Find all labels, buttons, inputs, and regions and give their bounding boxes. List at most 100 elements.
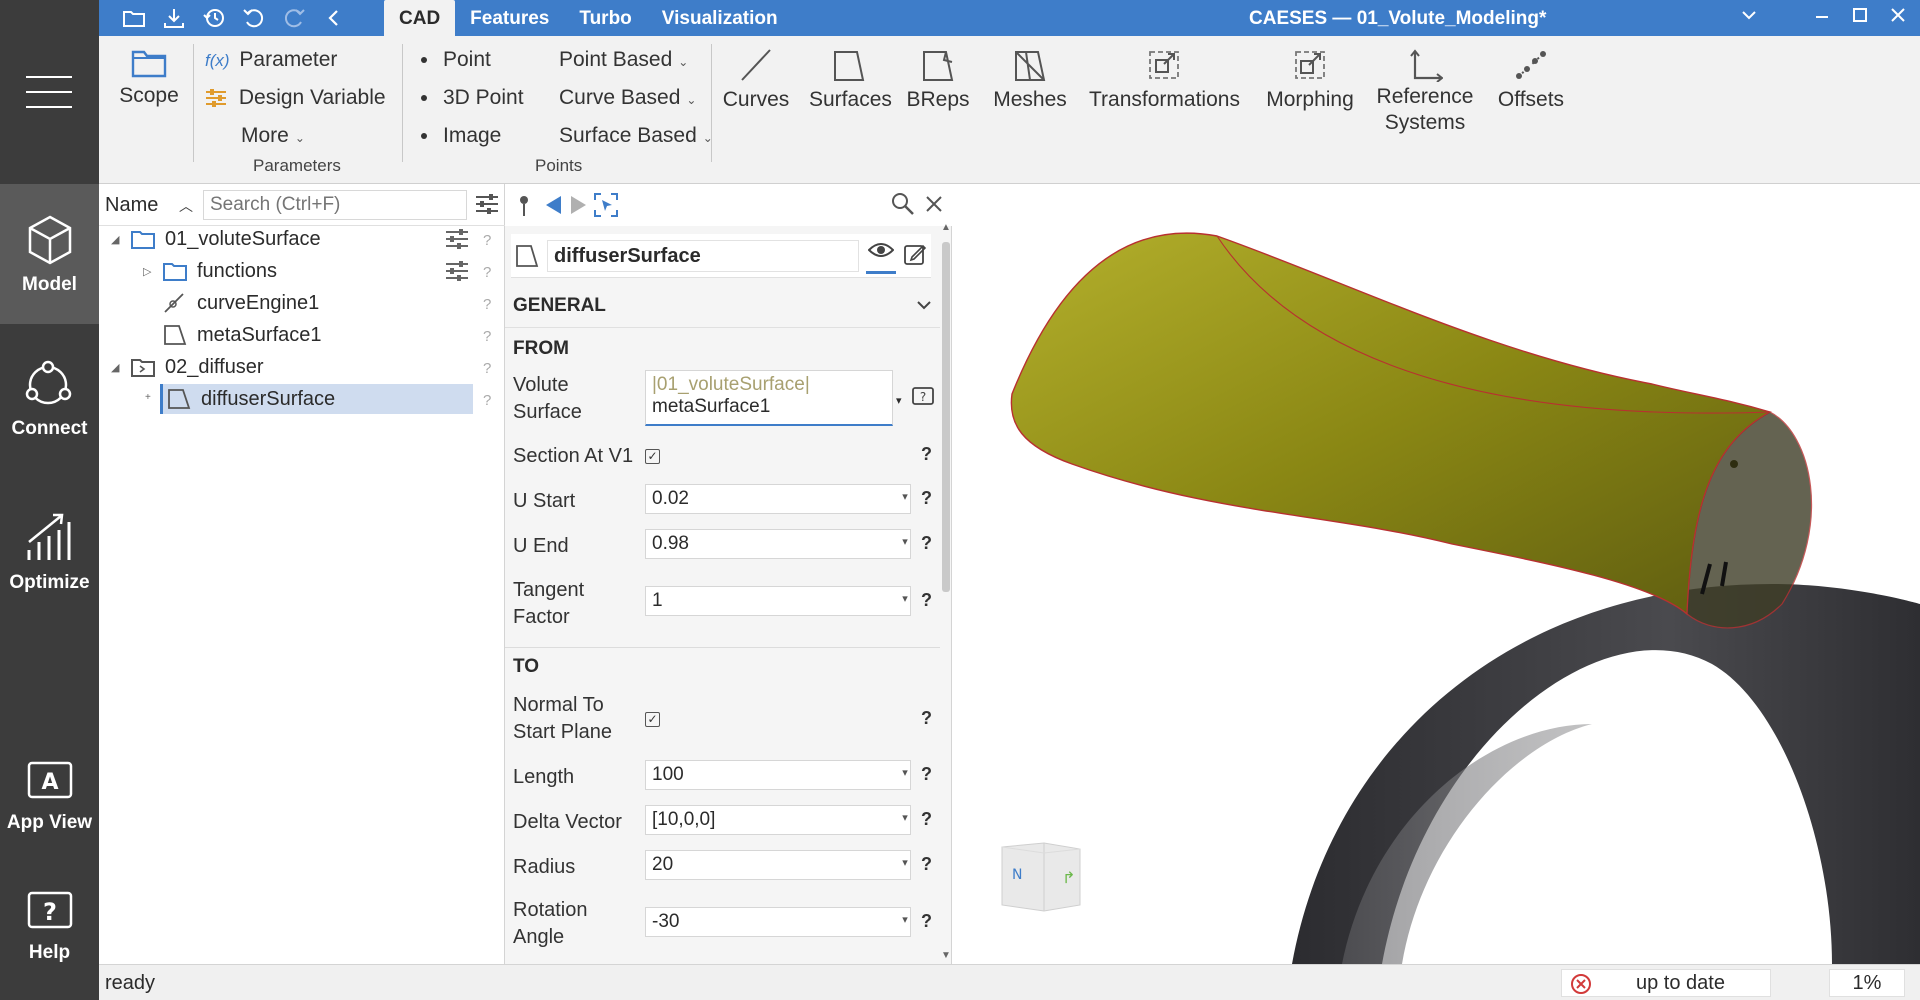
help-hint-icon[interactable]: ? bbox=[921, 911, 932, 932]
back-chevron-icon[interactable] bbox=[321, 5, 347, 31]
object-name-field[interactable]: diffuserSurface bbox=[547, 240, 859, 272]
visibility-eye-icon[interactable] bbox=[866, 240, 896, 274]
breps-button[interactable]: BReps bbox=[904, 40, 972, 112]
tab-features[interactable]: Features bbox=[455, 0, 564, 36]
save-icon[interactable] bbox=[161, 5, 187, 31]
3d-viewport[interactable]: ↱ N bbox=[952, 184, 1920, 964]
help-hint-icon[interactable]: ? bbox=[483, 392, 491, 409]
rail-item-model[interactable]: Model bbox=[0, 184, 99, 324]
point-based-dropdown[interactable]: Point Based ⌄ bbox=[559, 48, 688, 72]
reference-help-icon[interactable]: ? bbox=[911, 386, 935, 414]
help-hint-icon[interactable]: ? bbox=[921, 444, 932, 465]
scroll-up-icon[interactable]: ▲ bbox=[941, 222, 951, 233]
tab-turbo[interactable]: Turbo bbox=[564, 0, 646, 36]
help-hint-icon[interactable]: ? bbox=[921, 590, 932, 611]
tree-node-diffuser-surface[interactable]: diffuserSurface bbox=[160, 384, 473, 414]
redo-icon[interactable] bbox=[281, 5, 307, 31]
tangent-factor-field[interactable]: 1 ▾ bbox=[645, 586, 911, 616]
normal-to-start-plane-checkbox[interactable]: ✓ bbox=[645, 712, 660, 727]
dropdown-arrow-icon[interactable]: ▾ bbox=[898, 592, 912, 605]
help-hint-icon[interactable]: ? bbox=[483, 232, 491, 249]
help-hint-icon[interactable]: ? bbox=[921, 533, 932, 554]
design-variable-button[interactable]: Design Variable bbox=[205, 86, 386, 110]
dropdown-arrow-icon[interactable]: ▾ bbox=[898, 535, 912, 548]
more-button[interactable]: More ⌄ bbox=[241, 124, 305, 148]
view-cube[interactable]: ↱ N bbox=[996, 839, 1082, 915]
tree-node-volute-surface[interactable]: ◢ 01_voluteSurface bbox=[111, 224, 321, 254]
edit-icon[interactable] bbox=[903, 242, 927, 272]
model-render[interactable] bbox=[952, 184, 1920, 964]
settings-sliders-icon[interactable] bbox=[445, 260, 469, 288]
reference-systems-button[interactable]: Reference Systems bbox=[1375, 40, 1475, 136]
expand-arrow-icon[interactable]: ◢ bbox=[111, 233, 125, 246]
tree-name-header[interactable]: Name bbox=[105, 194, 158, 217]
help-hint-icon[interactable]: ? bbox=[921, 488, 932, 509]
forward-arrow-icon[interactable] bbox=[569, 194, 589, 222]
open-folder-icon[interactable] bbox=[121, 5, 147, 31]
help-hint-icon[interactable]: ? bbox=[921, 764, 932, 785]
collapse-arrow-icon[interactable]: ▷ bbox=[143, 265, 157, 278]
surfaces-button[interactable]: Surfaces bbox=[809, 40, 892, 112]
help-hint-icon[interactable]: ? bbox=[483, 296, 491, 313]
point-button[interactable]: Point bbox=[421, 48, 491, 72]
help-hint-icon[interactable]: ? bbox=[483, 264, 491, 281]
delta-vector-field[interactable]: [10,0,0] ▾ bbox=[645, 805, 911, 835]
parameter-button[interactable]: f(x) Parameter bbox=[205, 48, 337, 72]
update-status-box[interactable]: up to date bbox=[1561, 969, 1771, 997]
surface-based-dropdown[interactable]: Surface Based ⌄ bbox=[559, 124, 713, 148]
maximize-icon[interactable] bbox=[1852, 6, 1868, 30]
help-hint-icon[interactable]: ? bbox=[921, 708, 932, 729]
tree-node-meta-surface[interactable]: metaSurface1 bbox=[143, 320, 322, 350]
undo-icon[interactable] bbox=[241, 5, 267, 31]
rail-item-help[interactable]: ? Help bbox=[0, 890, 99, 964]
morphing-button[interactable]: Morphing bbox=[1262, 40, 1358, 112]
help-hint-icon[interactable]: ? bbox=[483, 360, 491, 377]
close-panel-icon[interactable] bbox=[925, 194, 943, 220]
meshes-button[interactable]: Meshes bbox=[989, 40, 1071, 112]
u-end-field[interactable]: 0.98 ▾ bbox=[645, 529, 911, 559]
radius-field[interactable]: 20 ▾ bbox=[645, 850, 911, 880]
rail-item-app-view[interactable]: A App View bbox=[0, 760, 99, 834]
help-hint-icon[interactable]: ? bbox=[921, 854, 932, 875]
dropdown-arrow-icon[interactable]: ▾ bbox=[898, 913, 912, 926]
help-hint-icon[interactable]: ? bbox=[921, 809, 932, 830]
dropdown-arrow-icon[interactable]: ▾ bbox=[898, 766, 912, 779]
section-general[interactable]: GENERAL bbox=[505, 284, 940, 328]
minimize-icon[interactable] bbox=[1814, 6, 1830, 30]
tree-node-diffuser[interactable]: ◢ 02_diffuser bbox=[111, 352, 264, 382]
rotation-angle-field[interactable]: -30 ▾ bbox=[645, 907, 911, 937]
dropdown-arrow-icon[interactable]: ▾ bbox=[898, 811, 912, 824]
hamburger-menu-icon[interactable] bbox=[26, 76, 72, 110]
close-window-icon[interactable] bbox=[1890, 6, 1906, 30]
expand-arrow-icon[interactable]: ◢ bbox=[111, 361, 125, 374]
sort-up-icon[interactable]: ︿ bbox=[179, 196, 193, 216]
section-at-v1-checkbox[interactable]: ✓ bbox=[645, 449, 660, 464]
back-arrow-icon[interactable] bbox=[543, 194, 563, 222]
search-icon[interactable] bbox=[891, 192, 915, 222]
pin-icon[interactable] bbox=[517, 194, 531, 224]
image-button[interactable]: Image bbox=[421, 124, 501, 148]
collapse-chevron-icon[interactable] bbox=[1740, 6, 1758, 30]
history-icon[interactable] bbox=[201, 5, 227, 31]
rail-item-connect[interactable]: Connect bbox=[0, 360, 99, 440]
curve-based-dropdown[interactable]: Curve Based ⌄ bbox=[559, 86, 696, 110]
tree-node-curve-engine[interactable]: curveEngine1 bbox=[143, 288, 319, 318]
transformations-button[interactable]: Transformations bbox=[1089, 40, 1240, 112]
scroll-down-icon[interactable]: ▼ bbox=[941, 950, 951, 961]
curves-button[interactable]: Curves bbox=[721, 40, 791, 112]
volute-surface-field[interactable]: |01_voluteSurface| metaSurface1 bbox=[645, 370, 893, 426]
help-hint-icon[interactable]: ? bbox=[483, 328, 491, 345]
settings-sliders-icon[interactable] bbox=[445, 228, 469, 256]
dropdown-arrow-icon[interactable]: ▾ bbox=[896, 394, 902, 407]
filter-settings-icon[interactable] bbox=[475, 193, 499, 221]
chevron-down-icon[interactable] bbox=[916, 284, 932, 328]
rail-item-optimize[interactable]: Optimize bbox=[0, 510, 99, 594]
tree-node-functions[interactable]: ▷ functions bbox=[143, 256, 277, 286]
offsets-button[interactable]: Offsets bbox=[1491, 40, 1571, 112]
length-field[interactable]: 100 ▾ bbox=[645, 760, 911, 790]
select-in-tree-icon[interactable] bbox=[593, 192, 619, 224]
tab-cad[interactable]: CAD bbox=[384, 0, 456, 36]
dropdown-arrow-icon[interactable]: ▾ bbox=[898, 490, 912, 503]
u-start-field[interactable]: 0.02 ▾ bbox=[645, 484, 911, 514]
point-3d-button[interactable]: 3D Point bbox=[421, 86, 524, 110]
